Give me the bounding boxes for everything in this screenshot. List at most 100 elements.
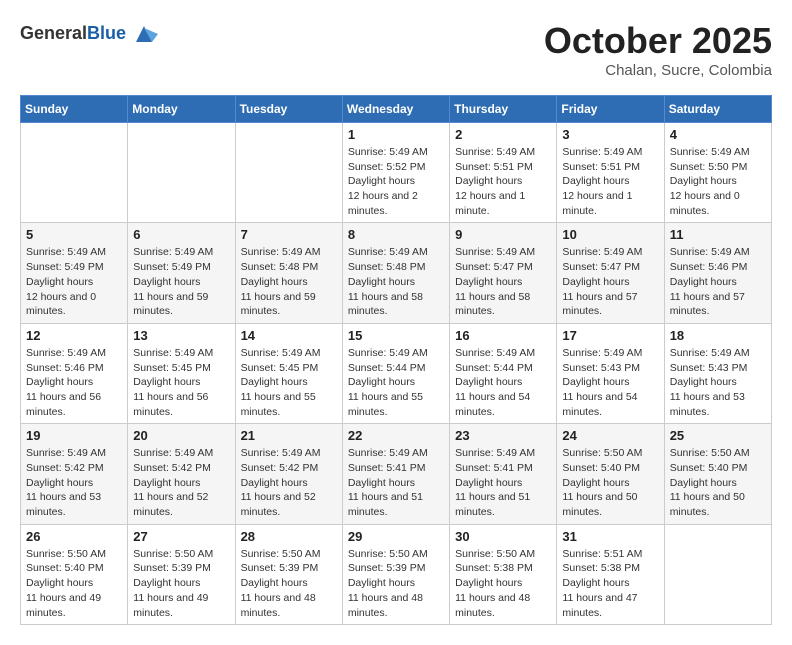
day-number: 24 [562,428,658,443]
calendar-cell: 6Sunrise: 5:49 AMSunset: 5:49 PMDaylight… [128,223,235,323]
day-detail: Sunrise: 5:49 AMSunset: 5:49 PMDaylight … [133,245,229,318]
calendar-cell: 27 Sunrise: 5:50 AMSunset: 5:39 PMDayligh… [128,524,235,624]
calendar-week-1: 1 Sunrise: 5:49 AMSunset: 5:52 PMDaylight… [21,123,772,223]
daylight-label: Daylight hours [562,175,629,187]
day-number: 26 [26,529,122,544]
calendar-cell [128,123,235,223]
calendar-week-3: 12 Sunrise: 5:49 AMSunset: 5:46 PMDayligh… [21,323,772,423]
day-number: 31 [562,529,658,544]
day-number: 23 [455,428,551,443]
daylight-label: Daylight hours [670,276,737,288]
calendar-cell: 19Sunrise: 5:49 AMSunset: 5:42 PMDayligh… [21,424,128,524]
calendar-cell: 21 Sunrise: 5:49 AMSunset: 5:42 PMDayligh… [235,424,342,524]
day-number: 13 [133,328,229,343]
day-number: 27 [133,529,229,544]
day-detail: Sunrise: 5:49 AMSunset: 5:46 PMDaylight … [670,245,766,318]
calendar-cell: 16Sunrise: 5:49 AMSunset: 5:44 PMDayligh… [450,323,557,423]
day-detail: Sunrise: 5:50 AMSunset: 5:40 PMDaylight … [562,446,658,519]
day-detail: Sunrise: 5:49 AMSunset: 5:45 PMDaylight … [133,346,229,419]
day-number: 11 [670,227,766,242]
day-detail: Sunrise: 5:49 AMSunset: 5:41 PMDaylight … [455,446,551,519]
calendar-cell: 23 Sunrise: 5:49 AMSunset: 5:41 PMDayligh… [450,424,557,524]
daylight-label: Daylight hours [133,477,200,489]
day-detail: Sunrise: 5:49 AMSunset: 5:48 PMDaylight … [241,245,337,318]
column-header-saturday: Saturday [664,96,771,123]
calendar-cell: 20 Sunrise: 5:49 AMSunset: 5:42 PMDayligh… [128,424,235,524]
day-number: 15 [348,328,444,343]
day-number: 7 [241,227,337,242]
daylight-label: Daylight hours [133,376,200,388]
calendar-table: SundayMondayTuesdayWednesdayThursdayFrid… [20,95,772,625]
daylight-label: Daylight hours [348,376,415,388]
day-number: 18 [670,328,766,343]
day-number: 1 [348,127,444,142]
calendar-cell: 26Sunrise: 5:50 AMSunset: 5:40 PMDayligh… [21,524,128,624]
day-detail: Sunrise: 5:49 AMSunset: 5:52 PMDaylight … [348,145,444,218]
calendar-cell [235,123,342,223]
day-number: 29 [348,529,444,544]
day-number: 22 [348,428,444,443]
calendar-cell: 22 Sunrise: 5:49 AMSunset: 5:41 PMDayligh… [342,424,449,524]
calendar-cell: 1 Sunrise: 5:49 AMSunset: 5:52 PMDaylight… [342,123,449,223]
day-detail: Sunrise: 5:49 AMSunset: 5:49 PMDaylight … [26,245,122,318]
day-number: 2 [455,127,551,142]
day-detail: Sunrise: 5:50 AMSunset: 5:39 PMDaylight … [348,547,444,620]
daylight-label: Daylight hours [670,376,737,388]
day-number: 30 [455,529,551,544]
calendar-cell: 31 Sunrise: 5:51 AMSunset: 5:38 PMDayligh… [557,524,664,624]
day-detail: Sunrise: 5:50 AMSunset: 5:40 PMDaylight … [670,446,766,519]
calendar-cell [21,123,128,223]
day-number: 20 [133,428,229,443]
daylight-label: Daylight hours [455,577,522,589]
column-header-monday: Monday [128,96,235,123]
day-number: 16 [455,328,551,343]
day-detail: Sunrise: 5:50 AMSunset: 5:39 PMDaylight … [241,547,337,620]
daylight-label: Daylight hours [241,276,308,288]
day-number: 9 [455,227,551,242]
day-detail: Sunrise: 5:49 AMSunset: 5:41 PMDaylight … [348,446,444,519]
day-detail: Sunrise: 5:49 AMSunset: 5:50 PMDaylight … [670,145,766,218]
calendar-cell: 24 Sunrise: 5:50 AMSunset: 5:40 PMDayligh… [557,424,664,524]
daylight-label: Daylight hours [133,276,200,288]
calendar-cell: 29 Sunrise: 5:50 AMSunset: 5:39 PMDayligh… [342,524,449,624]
day-number: 12 [26,328,122,343]
daylight-label: Daylight hours [562,276,629,288]
daylight-label: Daylight hours [562,376,629,388]
day-number: 17 [562,328,658,343]
calendar-week-5: 26Sunrise: 5:50 AMSunset: 5:40 PMDayligh… [21,524,772,624]
daylight-label: Daylight hours [455,175,522,187]
logo-general: General [20,23,87,43]
daylight-label: Daylight hours [241,376,308,388]
day-number: 21 [241,428,337,443]
daylight-label: Daylight hours [348,477,415,489]
calendar-cell: 8Sunrise: 5:49 AMSunset: 5:48 PMDaylight… [342,223,449,323]
day-number: 3 [562,127,658,142]
day-detail: Sunrise: 5:49 AMSunset: 5:46 PMDaylight … [26,346,122,419]
daylight-label: Daylight hours [241,577,308,589]
daylight-label: Daylight hours [26,376,93,388]
daylight-label: Daylight hours [455,376,522,388]
calendar-cell: 10Sunrise: 5:49 AMSunset: 5:47 PMDayligh… [557,223,664,323]
calendar-cell: 7 Sunrise: 5:49 AMSunset: 5:48 PMDaylight… [235,223,342,323]
column-header-sunday: Sunday [21,96,128,123]
day-detail: Sunrise: 5:49 AMSunset: 5:44 PMDaylight … [348,346,444,419]
day-detail: Sunrise: 5:49 AMSunset: 5:45 PMDaylight … [241,346,337,419]
calendar-cell: 5 Sunrise: 5:49 AMSunset: 5:49 PMDaylight… [21,223,128,323]
calendar-cell: 25Sunrise: 5:50 AMSunset: 5:40 PMDayligh… [664,424,771,524]
day-detail: Sunrise: 5:49 AMSunset: 5:42 PMDaylight … [241,446,337,519]
day-detail: Sunrise: 5:50 AMSunset: 5:39 PMDaylight … [133,547,229,620]
day-detail: Sunrise: 5:49 AMSunset: 5:43 PMDaylight … [670,346,766,419]
day-number: 4 [670,127,766,142]
day-detail: Sunrise: 5:49 AMSunset: 5:51 PMDaylight … [455,145,551,218]
day-detail: Sunrise: 5:49 AMSunset: 5:42 PMDaylight … [133,446,229,519]
day-number: 5 [26,227,122,242]
day-detail: Sunrise: 5:51 AMSunset: 5:38 PMDaylight … [562,547,658,620]
column-header-friday: Friday [557,96,664,123]
location: Chalan, Sucre, Colombia [544,62,772,79]
calendar-cell: 15 Sunrise: 5:49 AMSunset: 5:44 PMDayligh… [342,323,449,423]
logo: GeneralBlue [20,20,158,48]
calendar-cell: 17Sunrise: 5:49 AMSunset: 5:43 PMDayligh… [557,323,664,423]
calendar-cell: 14Sunrise: 5:49 AMSunset: 5:45 PMDayligh… [235,323,342,423]
title-block: October 2025 Chalan, Sucre, Colombia [544,20,772,79]
daylight-label: Daylight hours [670,175,737,187]
